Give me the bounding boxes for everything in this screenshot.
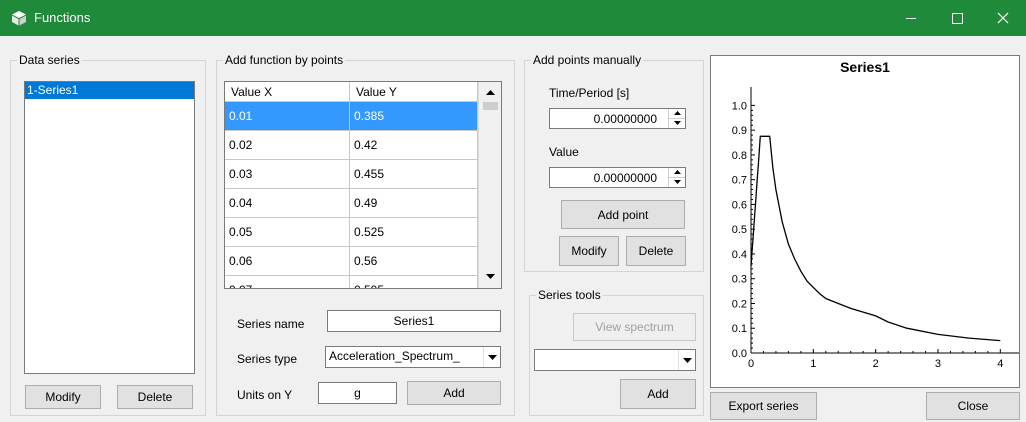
scroll-down-icon <box>486 274 495 279</box>
y-tick-label: 0.0 <box>732 348 747 360</box>
series-tools-select[interactable] <box>534 349 696 371</box>
time-period-label: Time/Period [s] <box>549 86 630 100</box>
table-cell[interactable]: 0.05 <box>225 218 350 247</box>
data-series-list[interactable]: 1-Series1 <box>24 81 195 374</box>
point-modify-button[interactable]: Modify <box>559 236 619 266</box>
view-spectrum-button[interactable]: View spectrum <box>573 313 696 341</box>
table-cell[interactable]: 0.03 <box>225 160 350 189</box>
window-title: Functions <box>34 10 91 25</box>
chevron-down-icon[interactable] <box>678 350 695 370</box>
table-cell[interactable]: 0.595 <box>350 276 478 288</box>
close-button[interactable]: Close <box>926 392 1020 420</box>
points-table[interactable]: Value X Value Y 0.01 0.385 0.02 0.42 0.0… <box>224 81 502 289</box>
points-scrollbar[interactable] <box>478 82 501 288</box>
time-period-spinner[interactable]: 0.00000000 <box>549 108 686 129</box>
maximize-button[interactable] <box>934 0 980 36</box>
spin-down-icon[interactable] <box>669 178 685 188</box>
series-type-value: Acceleration_Spectrum_ <box>329 349 460 363</box>
table-cell[interactable]: 0.455 <box>350 160 478 189</box>
chevron-down-icon[interactable] <box>483 347 500 367</box>
add-points-button[interactable]: Add <box>407 381 501 405</box>
spinner-arrows[interactable] <box>668 109 685 128</box>
tools-add-button[interactable]: Add <box>620 379 696 409</box>
y-tick-label: 0.3 <box>732 274 747 286</box>
client-area: Data series 1-Series1 Modify Delete Add … <box>0 36 1026 422</box>
table-cell[interactable]: 0.49 <box>350 189 478 218</box>
value-spinner[interactable]: 0.00000000 <box>549 167 686 188</box>
units-label: Units on Y <box>237 388 293 402</box>
table-cell[interactable]: 0.07 <box>225 276 350 288</box>
x-tick-label: 3 <box>935 358 941 370</box>
value-spinner-value: 0.00000000 <box>593 171 657 185</box>
value-label: Value <box>549 145 579 159</box>
units-field[interactable]: g <box>318 382 397 404</box>
table-cell[interactable]: 0.385 <box>350 102 478 131</box>
x-tick-label: 0 <box>748 358 754 370</box>
close-icon <box>997 12 1009 24</box>
y-tick-label: 0.6 <box>732 199 747 211</box>
series-tools-legend: Series tools <box>538 288 601 302</box>
table-cell[interactable]: 0.04 <box>225 189 350 218</box>
y-tick-label: 0.4 <box>732 249 747 261</box>
y-tick-label: 0.5 <box>732 224 747 236</box>
spinner-arrows[interactable] <box>668 168 685 187</box>
title-bar: Functions <box>0 0 1026 36</box>
x-tick-label: 1 <box>810 358 816 370</box>
spin-down-icon[interactable] <box>669 119 685 129</box>
table-cell[interactable]: 0.01 <box>225 102 350 131</box>
table-cell[interactable]: 0.42 <box>350 131 478 160</box>
y-tick-label: 0.7 <box>732 175 747 187</box>
add-point-button[interactable]: Add point <box>561 200 685 229</box>
y-tick-label: 0.1 <box>732 323 747 335</box>
scroll-up-icon <box>486 90 495 95</box>
table-cell[interactable]: 0.06 <box>225 247 350 276</box>
x-tick-label: 2 <box>873 358 879 370</box>
table-cell[interactable]: 0.02 <box>225 131 350 160</box>
y-tick-label: 0.9 <box>732 125 747 137</box>
y-tick-label: 0.2 <box>732 298 747 310</box>
y-tick-label: 1.0 <box>732 100 747 112</box>
close-window-button[interactable] <box>980 0 1026 36</box>
chart-plot: 0.0 0.1 0.2 0.3 0.4 0.5 0.6 0.7 0.8 0.9 1.0 0 1 2 3 4 <box>732 87 1019 370</box>
series-chart: Series1 0.0 0.1 0.2 0.3 0.4 0.5 0.6 0.7 0.8 0.9 1.… <box>710 55 1020 388</box>
data-series-legend: Data series <box>19 53 80 67</box>
spin-up-icon[interactable] <box>669 109 685 119</box>
minimize-icon <box>906 18 916 19</box>
table-cell[interactable]: 0.56 <box>350 247 478 276</box>
app-icon <box>12 11 26 26</box>
manual-legend: Add points manually <box>533 53 642 67</box>
series-delete-button[interactable]: Delete <box>117 385 193 409</box>
y-tick-label: 0.8 <box>732 150 747 162</box>
series-name-field[interactable]: Series1 <box>327 310 501 332</box>
points-legend: Add function by points <box>225 53 344 67</box>
series-line <box>750 135 1001 342</box>
list-item[interactable]: 1-Series1 <box>25 82 194 99</box>
point-delete-button[interactable]: Delete <box>626 236 686 266</box>
series-modify-button[interactable]: Modify <box>25 385 101 409</box>
scroll-thumb[interactable] <box>483 102 498 110</box>
table-cell[interactable]: 0.525 <box>350 218 478 247</box>
time-period-value: 0.00000000 <box>593 112 657 126</box>
column-header-x[interactable]: Value X <box>225 82 350 102</box>
spin-up-icon[interactable] <box>669 168 685 178</box>
series-type-label: Series type <box>237 352 298 366</box>
maximize-icon <box>952 13 963 24</box>
x-tick-label: 4 <box>997 358 1003 370</box>
export-series-button[interactable]: Export series <box>710 392 817 420</box>
series-type-select[interactable]: Acceleration_Spectrum_ <box>325 346 501 368</box>
column-header-y[interactable]: Value Y <box>350 82 478 102</box>
scroll-down-button[interactable] <box>482 268 499 285</box>
scroll-up-button[interactable] <box>482 84 499 101</box>
series-name-label: Series name <box>237 317 305 331</box>
minimize-button[interactable] <box>888 0 934 36</box>
